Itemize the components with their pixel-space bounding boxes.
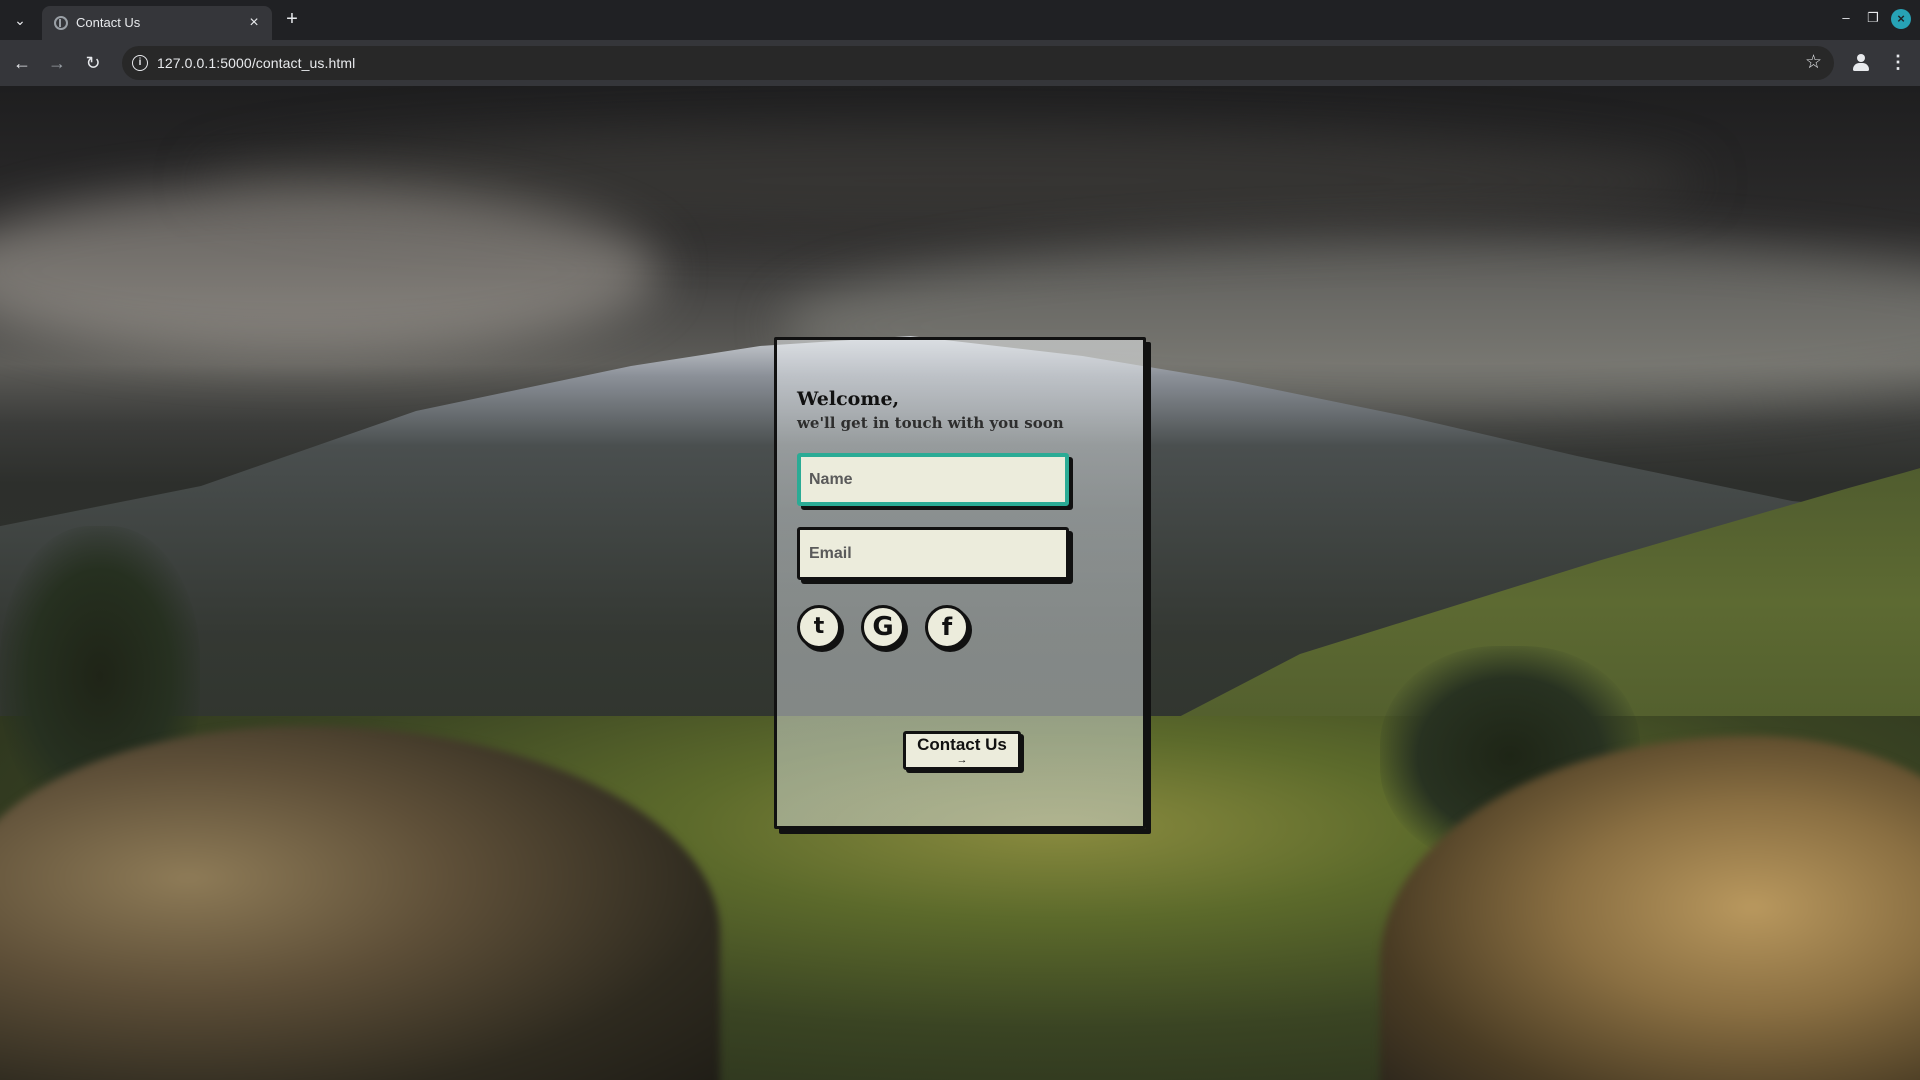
tab-contact-us[interactable]: Contact Us × <box>42 6 272 40</box>
close-window-icon[interactable]: × <box>1891 9 1911 29</box>
back-arrow-icon[interactable]: ← <box>10 51 34 75</box>
email-input[interactable] <box>797 527 1069 580</box>
new-tab-plus-icon[interactable]: + <box>280 8 304 32</box>
twitter-icon[interactable]: t <box>797 605 841 649</box>
browser-toolbar: ← → ↻ i 127.0.0.1:5000/contact_us.html ☆ <box>0 40 1920 86</box>
kebab-menu-icon[interactable]: ⋮ <box>1887 51 1909 73</box>
profile-head-shape <box>1857 54 1865 62</box>
facebook-icon[interactable]: f <box>925 605 969 649</box>
site-info-icon[interactable]: i <box>132 55 148 71</box>
forward-arrow-icon[interactable]: → <box>45 51 69 75</box>
reload-icon[interactable]: ↻ <box>81 51 105 75</box>
url-text[interactable]: 127.0.0.1:5000/contact_us.html <box>157 55 355 71</box>
profile-icon[interactable] <box>1850 51 1872 73</box>
contact-card: Welcome, we'll get in touch with you soo… <box>774 337 1146 829</box>
page-viewport: Welcome, we'll get in touch with you soo… <box>0 86 1920 1080</box>
restore-window-icon[interactable]: ❐ <box>1863 10 1883 26</box>
contact-us-button[interactable]: Contact Us → <box>903 731 1021 770</box>
welcome-heading: Welcome, <box>797 388 900 410</box>
google-icon[interactable]: G <box>861 605 905 649</box>
minimize-window-icon[interactable]: – <box>1836 10 1856 25</box>
bookmark-star-icon[interactable]: ☆ <box>1805 51 1822 74</box>
welcome-subtitle: we'll get in touch with you soon <box>797 414 1064 432</box>
tab-title: Contact Us <box>76 15 141 30</box>
globe-icon <box>54 16 68 30</box>
profile-body-shape <box>1853 63 1869 71</box>
browser-tabstrip: ⌄ Contact Us × + – ❐ × <box>0 0 1920 40</box>
close-tab-icon[interactable]: × <box>244 13 264 33</box>
arrow-right-icon: → <box>956 754 968 766</box>
address-bar[interactable]: i 127.0.0.1:5000/contact_us.html ☆ <box>122 46 1834 80</box>
tab-search-chevron-down-icon[interactable]: ⌄ <box>6 8 34 32</box>
name-input[interactable] <box>797 453 1069 506</box>
contact-us-button-label: Contact Us <box>917 735 1007 754</box>
